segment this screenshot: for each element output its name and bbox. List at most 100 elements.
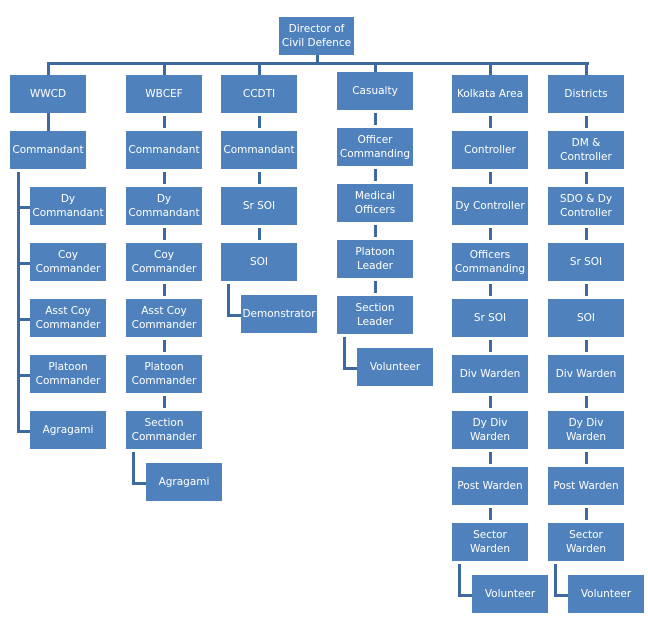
chain-connector [258, 116, 261, 128]
leaf-spine-line [343, 337, 346, 368]
node-commandant-label: Commandant [128, 144, 200, 156]
leaf-branch-line [132, 482, 146, 485]
node-dy-div-warden: Dy Div Warden [548, 411, 624, 449]
node-dy-div-warden-label: Dy Div Warden [469, 417, 511, 443]
node-asst-coy-commander: Asst Coy Commander [30, 299, 106, 337]
chain-connector [585, 508, 588, 520]
side-branch-line [17, 206, 31, 209]
branch-connector [163, 63, 166, 75]
node-sr-soi-label: Sr SOI [242, 200, 276, 212]
branch-connector [47, 63, 50, 75]
leaf-spine-line [227, 284, 230, 315]
chain-connector [585, 284, 588, 296]
node-sdo-dy-controller-label: SDO & Dy Controller [559, 193, 613, 219]
side-branch-line [17, 262, 31, 265]
node-asst-coy-commander-label: Asst Coy Commander [131, 305, 197, 331]
node-dy-commandant: Dy Commandant [126, 187, 202, 225]
node-asst-coy-commander: Asst Coy Commander [126, 299, 202, 337]
leaf-branch-line [458, 594, 472, 597]
node-sr-soi: Sr SOI [548, 243, 624, 281]
chain-connector [374, 281, 377, 293]
node-officers-commanding-label: Officers Commanding [454, 249, 526, 275]
chain-connector [163, 228, 166, 240]
chain-connector [374, 225, 377, 237]
node-dy-div-warden-label: Dy Div Warden [565, 417, 607, 443]
node-dy-controller: Dy Controller [452, 187, 528, 225]
chain-connector [163, 340, 166, 352]
branch-districts-label: Districts [564, 88, 608, 100]
node-officer-commanding: Officer Commanding [337, 128, 413, 166]
node-volunteer-label: Volunteer [580, 588, 632, 600]
chain-connector [163, 284, 166, 296]
node-sector-warden-label: Sector Warden [565, 529, 607, 555]
node-agragami: Agragami [146, 463, 222, 501]
chain-connector [489, 508, 492, 520]
node-agragami: Agragami [30, 411, 106, 449]
node-officer-commanding-label: Officer Commanding [339, 134, 411, 160]
node-demonstrator: Demonstrator [241, 295, 317, 333]
chain-connector [489, 228, 492, 240]
node-dy-commandant-label: Dy Commandant [128, 193, 200, 219]
chain-connector [489, 116, 492, 128]
node-sr-soi-label: Sr SOI [569, 256, 603, 268]
branch-kolkata-area-label: Kolkata Area [456, 88, 524, 100]
chain-connector [163, 116, 166, 128]
node-div-warden: Div Warden [548, 355, 624, 393]
leaf-spine-line [132, 452, 135, 483]
node-sector-warden: Sector Warden [452, 523, 528, 561]
chain-connector [585, 116, 588, 128]
node-commandant: Commandant [126, 131, 202, 169]
node-post-warden-label: Post Warden [553, 480, 619, 492]
chain-connector [585, 452, 588, 464]
node-medical-officers: Medical Officers [337, 184, 413, 222]
node-commandant-label: Commandant [223, 144, 295, 156]
node-demonstrator-label: Demonstrator [242, 308, 316, 320]
node-volunteer: Volunteer [472, 575, 548, 613]
node-soi-label: SOI [576, 312, 596, 324]
chain-connector [585, 396, 588, 408]
node-coy-commander-label: Coy Commander [35, 249, 101, 275]
node-asst-coy-commander-label: Asst Coy Commander [35, 305, 101, 331]
node-sr-soi-label: Sr SOI [473, 312, 507, 324]
branch-kolkata-area: Kolkata Area [452, 75, 528, 113]
chain-connector [374, 113, 377, 125]
branch-wwcd: WWCD [10, 75, 86, 113]
node-commandant-label: Commandant [12, 144, 84, 156]
director-box: Director of Civil Defence [279, 17, 354, 55]
node-div-warden-label: Div Warden [459, 368, 521, 380]
node-platoon-commander: Platoon Commander [126, 355, 202, 393]
node-agragami-label: Agragami [42, 424, 94, 436]
branch-wbcef: WBCEF [126, 75, 202, 113]
node-post-warden: Post Warden [548, 467, 624, 505]
node-sr-soi: Sr SOI [221, 187, 297, 225]
org-chart: Director of Civil Defence WWCD Commandant… [0, 0, 648, 622]
chain-connector [489, 452, 492, 464]
node-dy-div-warden: Dy Div Warden [452, 411, 528, 449]
branch-ccdti-label: CCDTI [242, 88, 276, 100]
chain-connector [585, 228, 588, 240]
node-section-commander: Section Commander [126, 411, 202, 449]
node-coy-commander-label: Coy Commander [131, 249, 197, 275]
node-post-warden-label: Post Warden [457, 480, 523, 492]
node-post-warden: Post Warden [452, 467, 528, 505]
node-volunteer-label: Volunteer [484, 588, 536, 600]
node-soi-label: SOI [249, 256, 269, 268]
side-branch-line [17, 374, 31, 377]
branch-casualty: Casualty [337, 72, 413, 110]
branch-connector [585, 63, 588, 75]
node-sr-soi: Sr SOI [452, 299, 528, 337]
leaf-spine-line [554, 564, 557, 595]
node-volunteer: Volunteer [357, 348, 433, 386]
chain-connector [47, 113, 50, 131]
leaf-branch-line [343, 367, 357, 370]
node-sector-warden: Sector Warden [548, 523, 624, 561]
node-controller-label: Controller [464, 144, 516, 156]
node-medical-officers-label: Medical Officers [354, 190, 396, 216]
chain-connector [258, 172, 261, 184]
node-controller: Controller [452, 131, 528, 169]
node-commandant: Commandant [221, 131, 297, 169]
chain-connector [374, 169, 377, 181]
side-branch-line [17, 430, 31, 433]
chain-connector [489, 340, 492, 352]
node-soi: SOI [221, 243, 297, 281]
